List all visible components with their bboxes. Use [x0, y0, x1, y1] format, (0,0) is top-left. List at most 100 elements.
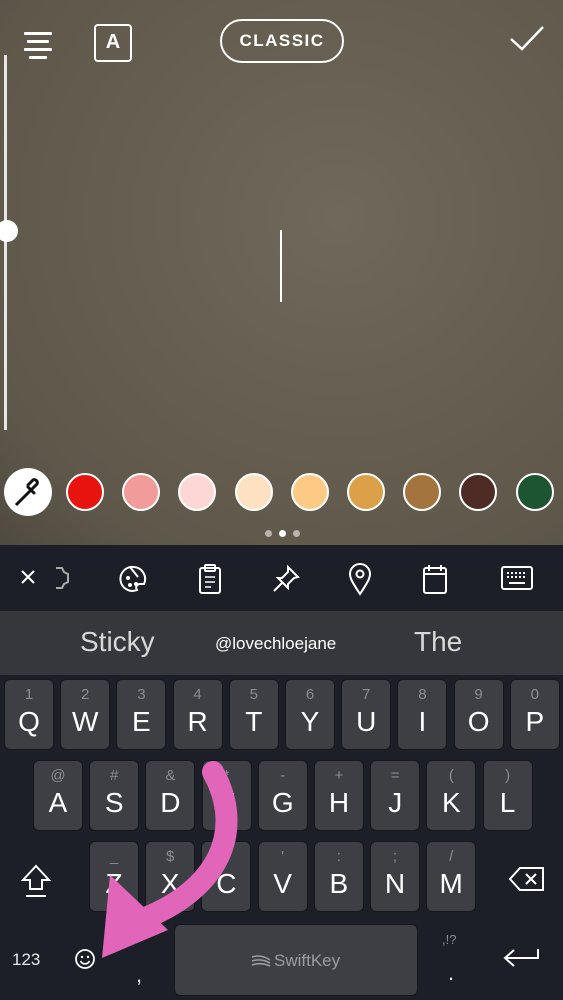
color-swatch[interactable] — [515, 473, 554, 511]
key-hint: * — [223, 767, 230, 784]
color-swatch[interactable] — [234, 473, 273, 511]
font-mode-button[interactable]: CLASSIC — [220, 19, 344, 63]
eyedropper-button[interactable] — [4, 468, 52, 516]
color-swatch[interactable] — [403, 473, 442, 511]
story-canvas[interactable]: A CLASSIC — [0, 0, 563, 545]
key-v[interactable]: ' V — [257, 841, 308, 912]
enter-icon[interactable] — [502, 946, 542, 972]
key-label: K — [442, 787, 461, 818]
key-label: B — [329, 868, 349, 899]
done-check-icon[interactable] — [508, 24, 546, 52]
space-bar[interactable]: SwiftKey — [174, 924, 418, 996]
key-d[interactable]: & D — [145, 760, 196, 831]
key-s[interactable]: # S — [89, 760, 140, 831]
key-k[interactable]: (K — [426, 760, 477, 831]
pin-icon[interactable] — [270, 563, 302, 595]
color-swatch[interactable] — [178, 473, 217, 511]
backspace-icon[interactable] — [508, 866, 546, 892]
key-n[interactable]: ; N — [370, 841, 420, 912]
key-o[interactable]: 9O — [453, 679, 504, 750]
clipboard-icon[interactable] — [198, 563, 222, 595]
close-icon[interactable] — [20, 569, 36, 585]
key-hint: & — [165, 767, 176, 784]
key-w[interactable]: 2W — [60, 679, 111, 750]
key-m[interactable]: / M — [426, 841, 477, 912]
key-f[interactable]: * F — [201, 760, 252, 831]
key-label: F — [218, 787, 236, 818]
key-j[interactable]: = J — [370, 760, 421, 831]
key-h[interactable]: + H — [314, 760, 364, 831]
key-label: Q — [18, 706, 40, 737]
color-swatch[interactable] — [290, 473, 329, 511]
shift-icon[interactable] — [20, 863, 52, 899]
punctuation-hint: ,!? — [442, 932, 457, 947]
period-key[interactable]: . — [448, 960, 454, 986]
key-l[interactable]: ) L — [482, 760, 533, 831]
swiftkey-logo-icon — [251, 955, 271, 967]
key-label: X — [160, 868, 180, 899]
key-hint: 4 — [193, 686, 202, 703]
key-hint: ) — [505, 767, 511, 784]
key-label: J — [388, 787, 403, 818]
color-swatch[interactable] — [122, 473, 161, 511]
key-y[interactable]: 6Y — [285, 679, 335, 750]
key-q[interactable]: 1Q — [4, 679, 54, 750]
text-cursor — [280, 230, 282, 302]
key-label: U — [356, 706, 377, 737]
key-label: P — [525, 706, 545, 737]
key-label: L — [499, 787, 516, 818]
key-label: W — [71, 706, 99, 737]
key-i[interactable]: 8I — [397, 679, 448, 750]
key-hint: 2 — [81, 686, 90, 703]
suggestion-2[interactable]: @lovechloejane — [215, 634, 336, 654]
key-label: V — [273, 868, 292, 899]
key-label: M — [439, 868, 463, 899]
key-x[interactable]: $ X — [145, 841, 196, 912]
key-label: N — [384, 868, 406, 899]
keyboard-toolbar — [0, 545, 563, 611]
font-style-button[interactable]: A — [94, 24, 132, 62]
color-swatch[interactable] — [459, 473, 498, 511]
calendar-icon[interactable] — [422, 563, 448, 595]
keyboard-icon[interactable] — [500, 565, 534, 593]
key-t[interactable]: 5T — [228, 679, 279, 750]
key-c[interactable]: " C — [201, 841, 252, 912]
comma-key[interactable]: , — [136, 962, 142, 988]
key-label: S — [104, 787, 124, 818]
key-hint: # — [110, 767, 119, 784]
key-label: C — [216, 868, 237, 899]
key-label: E — [132, 706, 151, 737]
settings-icon[interactable] — [52, 565, 74, 591]
key-hint: ; — [392, 848, 398, 865]
key-label: Y — [300, 706, 320, 737]
key-z[interactable]: _ Z — [89, 841, 139, 912]
text-align-icon[interactable] — [24, 32, 52, 64]
key-label: G — [271, 787, 294, 818]
key-hint: ( — [448, 767, 454, 784]
key-hint: + — [334, 767, 344, 784]
key-a[interactable]: @ A — [33, 760, 83, 831]
key-r[interactable]: 4R — [172, 679, 223, 750]
emoji-icon[interactable] — [74, 948, 96, 970]
key-hint: 9 — [474, 686, 483, 703]
key-g[interactable]: -G — [257, 760, 308, 831]
location-icon[interactable] — [348, 562, 372, 596]
palette-icon[interactable] — [118, 563, 150, 595]
key-hint: / — [449, 848, 454, 865]
eyedropper-icon — [14, 478, 39, 507]
color-swatch[interactable] — [347, 473, 385, 511]
key-b[interactable]: :B — [313, 841, 364, 912]
key-p[interactable]: 0P — [509, 679, 560, 750]
color-swatch[interactable] — [66, 473, 104, 511]
key-label: A — [48, 787, 68, 818]
suggestion-1[interactable]: Sticky — [80, 626, 155, 658]
key-u[interactable]: 7U — [341, 679, 392, 750]
key-hint: 7 — [362, 686, 371, 703]
suggestion-3[interactable]: The — [414, 626, 462, 658]
text-size-slider[interactable] — [4, 55, 7, 430]
key-hint: 6 — [305, 686, 315, 703]
numbers-key[interactable]: 123 — [12, 950, 40, 970]
key-e[interactable]: 3E — [116, 679, 167, 750]
page-dot — [279, 530, 286, 537]
text-size-slider-handle[interactable] — [0, 220, 18, 243]
